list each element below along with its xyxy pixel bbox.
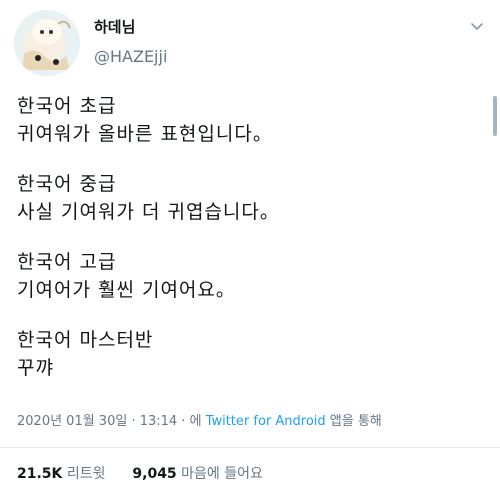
tweet-line-heading: 한국어 고급 xyxy=(17,251,117,273)
tweet-stats: 21.5K 리트윗 9,045 마음에 들어요 xyxy=(17,463,263,483)
tweet-block: 한국어 중급 사실 기여워가 더 귀엽습니다。 xyxy=(17,170,477,226)
tweet-timestamp[interactable]: 2020년 01월 30일 · 13:14 · 에 xyxy=(17,414,202,429)
user-handle[interactable]: @HAZEjji xyxy=(94,47,167,66)
chevron-down-icon[interactable] xyxy=(470,18,484,32)
tweet-line-heading: 한국어 중급 xyxy=(17,173,117,195)
divider xyxy=(0,447,500,448)
likes-count[interactable]: 9,045 xyxy=(132,466,176,482)
tweet-line-heading: 한국어 초급 xyxy=(17,95,117,117)
tweet-line-text: 기여어가 훨씬 기여어요。 xyxy=(17,279,236,301)
tweet-line-heading: 한국어 마스터반 xyxy=(17,329,154,351)
scrollbar[interactable] xyxy=(493,96,497,136)
likes-label[interactable]: 마음에 들어요 xyxy=(181,466,263,482)
tweet-line-text: 꾸꺄 xyxy=(17,357,54,379)
tweet-header: 하데님 @HAZEjji xyxy=(14,10,167,76)
tweet-block: 한국어 초급 귀여워가 올바른 표현입니다。 xyxy=(17,92,477,148)
retweets-count[interactable]: 21.5K xyxy=(17,466,62,482)
tweet-line-text: 사실 기여워가 더 귀엽습니다。 xyxy=(17,201,280,223)
tweet-source-link[interactable]: Twitter for Android xyxy=(206,414,326,429)
tweet-detail: 하데님 @HAZEjji 한국어 초급 귀여워가 올바른 표현입니다。 한국어 … xyxy=(0,0,500,500)
avatar[interactable] xyxy=(14,10,80,76)
avatar-illustration xyxy=(14,10,80,76)
tweet-block: 한국어 마스터반 꾸꺄 xyxy=(17,326,477,382)
tweet-source-suffix: 앱을 통해 xyxy=(329,414,382,429)
display-name[interactable]: 하데님 xyxy=(94,16,167,37)
user-names: 하데님 @HAZEjji xyxy=(94,16,167,66)
retweets-label[interactable]: 리트윗 xyxy=(67,466,106,482)
tweet-body: 한국어 초급 귀여워가 올바른 표현입니다。 한국어 중급 사실 기여워가 더 … xyxy=(17,92,477,404)
tweet-line-text: 귀여워가 올바른 표현입니다。 xyxy=(17,123,273,145)
tweet-block: 한국어 고급 기여어가 훨씬 기여어요。 xyxy=(17,248,477,304)
tweet-meta: 2020년 01월 30일 · 13:14 · 에 Twitter for An… xyxy=(17,410,382,429)
